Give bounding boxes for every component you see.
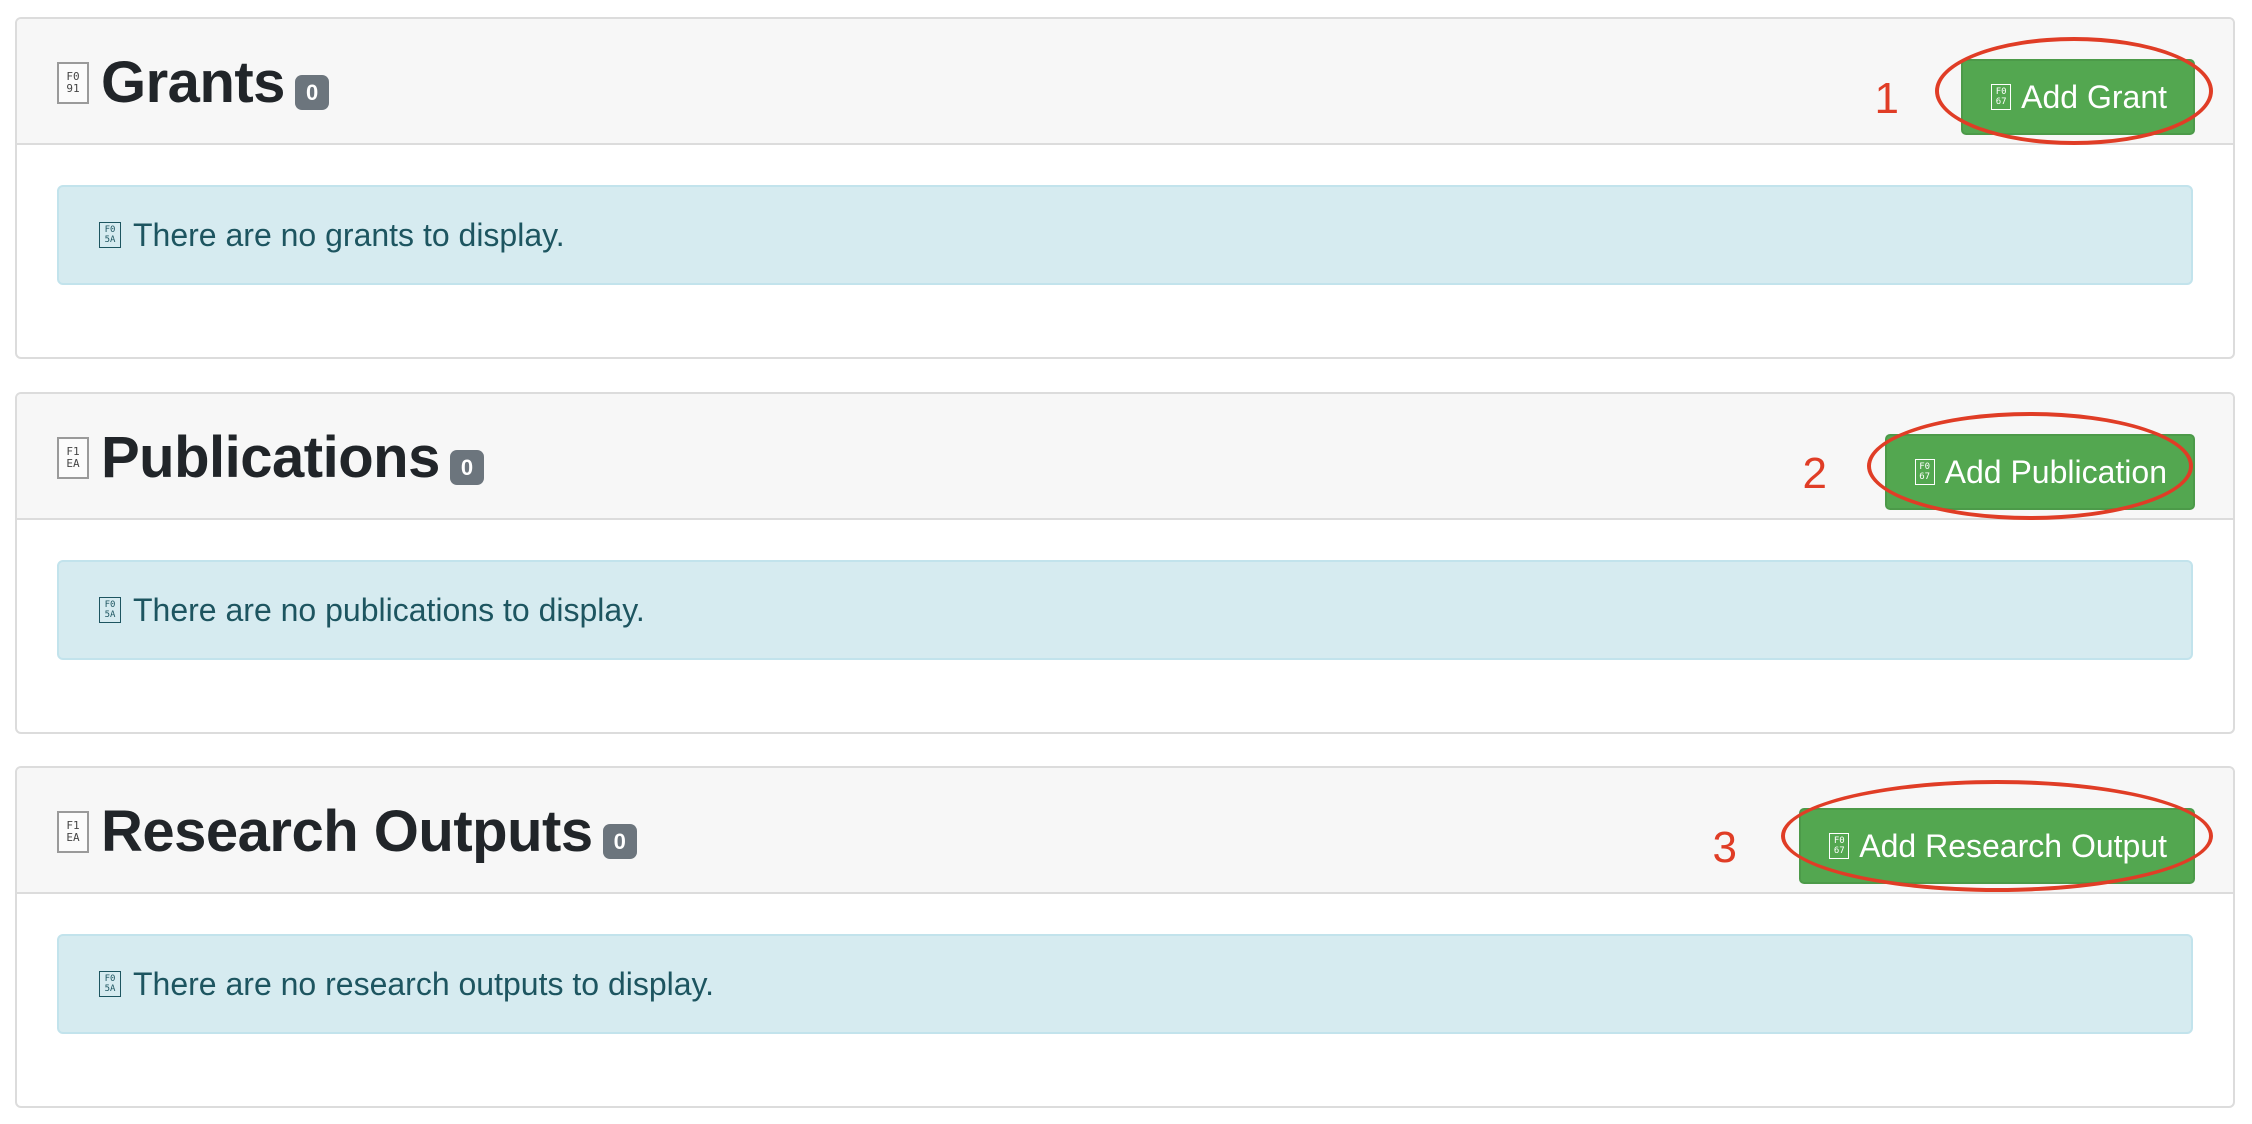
add-grant-button[interactable]: F0 67 Add Grant: [1961, 59, 2195, 135]
publications-title: Publications: [101, 425, 440, 490]
add-grant-button-label: Add Grant: [2021, 78, 2167, 115]
research-outputs-count-badge: 0: [602, 823, 637, 859]
annotation-step-number: 1: [1874, 74, 1899, 123]
info-icon: F0 5A: [99, 971, 121, 997]
annotation-step-number: 3: [1712, 823, 1737, 872]
research-outputs-title: Research Outputs: [101, 799, 593, 864]
add-research-output-button-label: Add Research Output: [1859, 827, 2167, 864]
grants-empty-alert: F0 5A There are no grants to display.: [57, 185, 2193, 285]
annotation-step-number: 2: [1802, 449, 1827, 498]
grants-title-wrap: F0 91 Grants 0: [57, 43, 330, 123]
info-icon: F0 5A: [99, 597, 121, 623]
add-publication-button-label: Add Publication: [1944, 453, 2167, 490]
publications-empty-message: There are no publications to display.: [133, 591, 645, 628]
research-outputs-card: F1 EA Research Outputs 0 3 F0 67 Add Resea…: [15, 766, 2235, 1108]
publications-count-badge: 0: [449, 449, 485, 485]
file-icon: F0 91: [57, 62, 89, 104]
research-outputs-title-wrap: F1 EA Research Outputs 0: [57, 792, 637, 872]
research-outputs-empty-message: There are no research outputs to display…: [133, 965, 715, 1002]
file-icon: F1 EA: [57, 811, 89, 853]
research-outputs-empty-alert: F0 5A There are no research outputs to di…: [57, 934, 2193, 1034]
publications-card-header: F1 EA Publications 0 2 F0 67 Add Publicati…: [17, 394, 2233, 520]
info-icon: F0 5A: [99, 222, 121, 248]
grants-empty-message: There are no grants to display.: [133, 216, 565, 253]
plus-icon: F0 67: [1829, 833, 1850, 859]
plus-icon: F0 67: [1914, 459, 1935, 485]
file-icon: F1 EA: [57, 437, 89, 479]
add-research-output-button[interactable]: F0 67 Add Research Output: [1799, 808, 2195, 884]
plus-icon: F0 67: [1991, 84, 2012, 110]
publications-empty-alert: F0 5A There are no publications to displa…: [57, 560, 2193, 660]
publications-card: F1 EA Publications 0 2 F0 67 Add Publicati…: [15, 392, 2235, 734]
grants-card-header: F0 91 Grants 0 1 F0 67 Add Grant: [17, 19, 2233, 145]
grants-count-badge: 0: [294, 74, 330, 110]
grants-card: F0 91 Grants 0 1 F0 67 Add Grant F0 5A Ther…: [15, 17, 2235, 359]
publications-title-wrap: F1 EA Publications 0: [57, 418, 485, 498]
research-outputs-card-header: F1 EA Research Outputs 0 3 F0 67 Add Resea…: [17, 768, 2233, 894]
add-publication-button[interactable]: F0 67 Add Publication: [1884, 434, 2195, 510]
grants-title: Grants: [101, 50, 285, 115]
